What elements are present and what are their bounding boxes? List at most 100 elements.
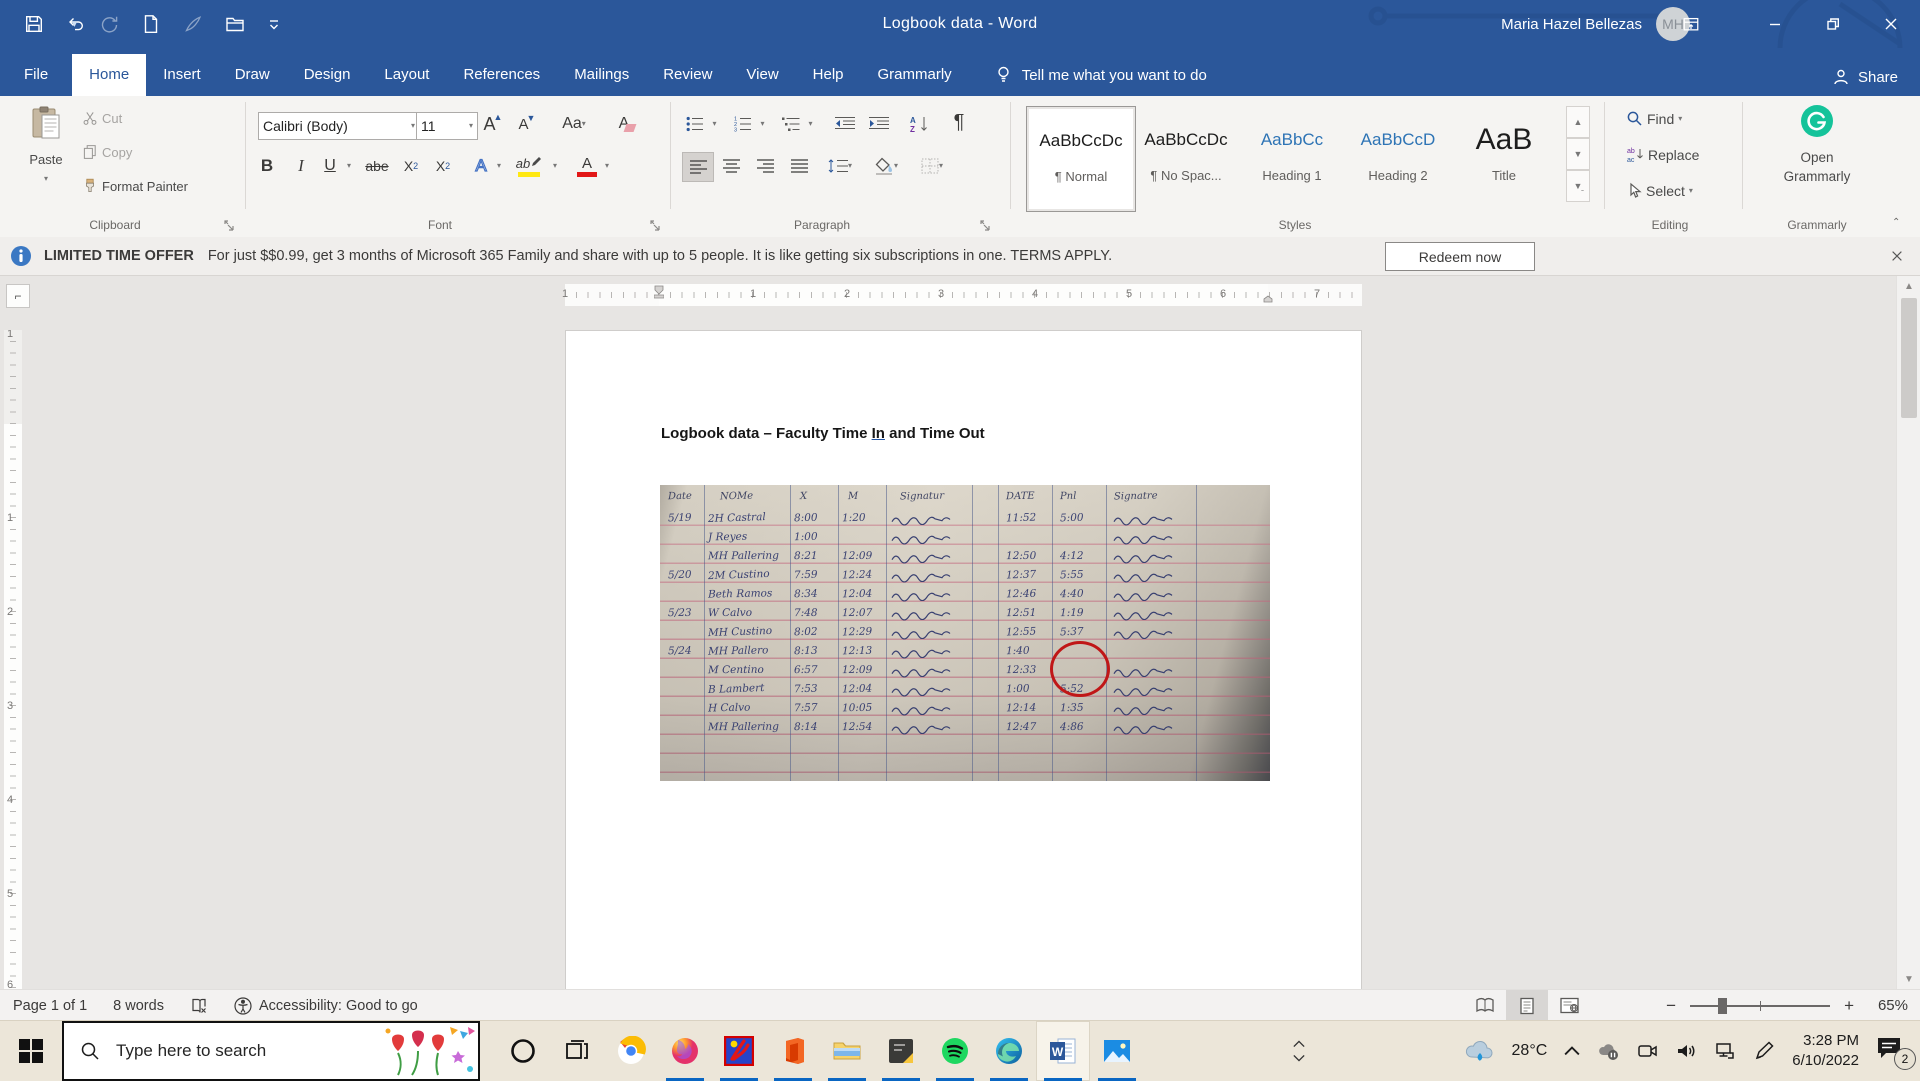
style-title[interactable]: AaBTitle [1450,106,1558,210]
select-button[interactable]: Select▾ [1626,182,1693,199]
highlight-dropdown[interactable]: ▾ [548,152,562,180]
clear-formatting-button[interactable]: A [612,110,642,138]
zoom-out-button[interactable]: − [1664,996,1678,1016]
tab-view[interactable]: View [729,54,795,96]
styles-scroll-down[interactable]: ▼ [1566,138,1590,170]
font-color-button[interactable]: A [572,152,602,180]
taskbar-app-photos[interactable] [1090,1021,1144,1081]
cut-button[interactable]: Cut [82,110,122,126]
close-button[interactable] [1862,0,1920,48]
indent-marker-left[interactable] [654,285,664,299]
clock[interactable]: 3:28 PM 6/10/2022 [1792,1031,1859,1072]
underline-button[interactable]: U [318,152,342,180]
multilevel-list-button[interactable] [778,110,804,138]
taskbar-overflow[interactable] [1286,1021,1312,1081]
tab-design[interactable]: Design [287,54,368,96]
shading-button[interactable]: ▾ [868,152,904,180]
weather-icon[interactable] [1463,1039,1495,1063]
bold-button[interactable]: B [252,152,282,180]
format-painter-button[interactable]: Format Painter [82,178,188,194]
proofing-errors-button[interactable] [177,990,221,1021]
scrollbar-thumb[interactable] [1901,298,1917,418]
tab-references[interactable]: References [446,54,557,96]
notification-close-icon[interactable] [1882,241,1912,271]
style-normal[interactable]: AaBbCcDc¶ Normal [1026,106,1136,212]
vertical-ruler[interactable]: 1123456 [4,330,22,989]
align-center-button[interactable] [716,152,746,180]
bullets-button[interactable] [682,110,708,138]
read-mode-button[interactable] [1464,990,1506,1021]
tab-insert[interactable]: Insert [146,54,218,96]
document-page[interactable]: Logbook data – Faculty Time In and Time … [565,330,1362,991]
collapse-ribbon-icon[interactable]: ⌃ [1892,217,1910,233]
restore-button[interactable] [1804,0,1862,48]
hidden-icons-chevron[interactable] [1564,1045,1580,1057]
tab-file[interactable]: File [0,54,72,96]
align-left-button[interactable] [682,152,714,182]
tab-help[interactable]: Help [796,54,861,96]
font-size-combo[interactable]: 11▾ [416,112,478,140]
tab-layout[interactable]: Layout [367,54,446,96]
taskbar-app-cortana[interactable] [496,1021,550,1081]
tab-grammarly[interactable]: Grammarly [861,54,969,96]
taskbar-app-firefox[interactable] [658,1021,712,1081]
text-effects-dropdown[interactable]: ▾ [492,152,506,180]
minimize-button[interactable] [1746,0,1804,48]
meet-now-icon[interactable] [1636,1040,1658,1062]
zoom-percentage[interactable]: 65% [1868,997,1908,1014]
numbering-button[interactable]: 123 [730,110,756,138]
bullets-dropdown[interactable]: ▾ [708,110,721,138]
taskbar-app-file-explorer[interactable] [820,1021,874,1081]
subscript-button[interactable]: X2 [396,152,426,180]
decrease-indent-button[interactable] [830,110,860,138]
accessibility-status[interactable]: Accessibility: Good to go [221,990,431,1021]
vertical-scrollbar[interactable]: ▲ ▼ [1896,276,1920,989]
volume-icon[interactable] [1675,1040,1697,1062]
taskbar-app-office[interactable] [766,1021,820,1081]
paste-button[interactable]: Paste ▾ [22,106,70,208]
find-button[interactable]: Find▾ [1626,110,1682,127]
indent-marker-right[interactable] [1263,292,1273,306]
style-nospac[interactable]: AaBbCcDc¶ No Spac... [1132,106,1240,210]
ribbon-display-options-icon[interactable] [1662,0,1720,48]
print-layout-button[interactable] [1506,990,1548,1021]
increase-indent-button[interactable] [864,110,894,138]
web-layout-button[interactable] [1548,990,1590,1021]
style-heading1[interactable]: AaBbCcHeading 1 [1238,106,1346,210]
zoom-in-button[interactable]: + [1842,996,1856,1016]
line-spacing-button[interactable]: ▾ [822,152,858,180]
horizontal-ruler[interactable]: 11234567 [565,284,1362,306]
search-highlights-icon[interactable] [380,1025,476,1077]
italic-button[interactable]: I [286,152,316,180]
taskbar-search[interactable] [62,1021,480,1081]
taskbar-app-edge[interactable] [982,1021,1036,1081]
align-right-button[interactable] [750,152,780,180]
borders-button[interactable]: ▾ [914,152,950,180]
zoom-slider-thumb[interactable] [1718,998,1727,1014]
replace-button[interactable]: abac Replace [1626,146,1699,163]
copy-button[interactable]: Copy [82,144,132,160]
superscript-button[interactable]: X2 [428,152,458,180]
paragraph-dialog-launcher-icon[interactable] [978,218,992,232]
taskbar-app-chrome[interactable] [604,1021,658,1081]
font-family-combo[interactable]: Calibri (Body)▾ [258,112,420,140]
search-input[interactable] [114,1040,358,1062]
tab-draw[interactable]: Draw [218,54,287,96]
start-button[interactable] [0,1021,62,1081]
scroll-down-icon[interactable]: ▼ [1897,969,1920,989]
onedrive-icon[interactable] [1597,1040,1619,1062]
font-dialog-launcher-icon[interactable] [648,218,662,232]
font-color-dropdown[interactable]: ▾ [600,152,614,180]
styles-scroll-up[interactable]: ▲ [1566,106,1590,138]
shrink-font-button[interactable]: A▼ [512,110,542,138]
justify-button[interactable] [784,152,814,180]
tab-review[interactable]: Review [646,54,729,96]
tab-selector[interactable]: ⌐ [6,284,30,308]
page-indicator[interactable]: Page 1 of 1 [0,990,100,1021]
underline-dropdown[interactable]: ▾ [342,152,356,180]
taskbar-app-spotify[interactable] [928,1021,982,1081]
taskbar-app-task-view[interactable] [550,1021,604,1081]
network-icon[interactable] [1714,1040,1736,1062]
numbering-dropdown[interactable]: ▾ [756,110,769,138]
share-button[interactable]: Share [1832,68,1898,86]
